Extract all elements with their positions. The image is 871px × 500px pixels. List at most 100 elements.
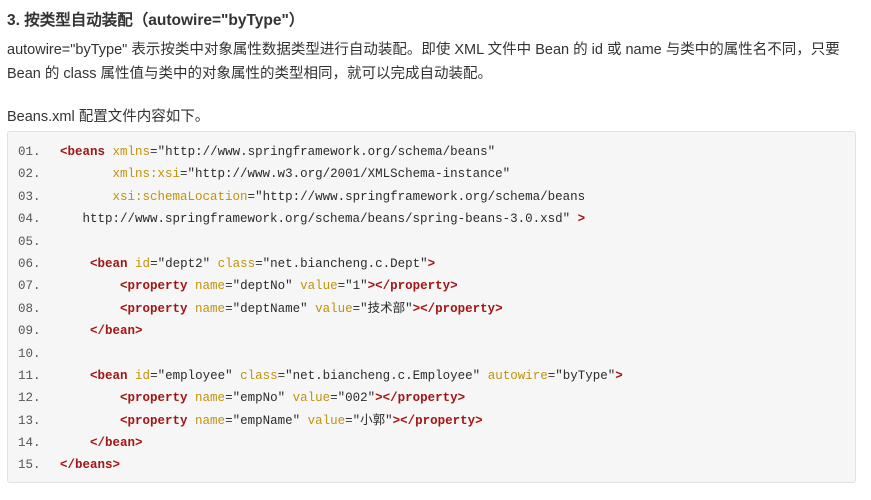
- code-punctuation: =: [345, 413, 353, 428]
- code-punctuation: [128, 257, 136, 271]
- xml-attribute: value: [307, 413, 346, 428]
- code-punctuation: =: [225, 279, 233, 294]
- line-number: 06.: [18, 256, 41, 271]
- code-line: 10.: [8, 343, 855, 365]
- code-punctuation: [210, 257, 218, 271]
- code-punctuation: [60, 279, 120, 293]
- xml-tag: ></property>: [392, 413, 483, 428]
- code-line: 03. xsi:schemaLocation="http://www.sprin…: [8, 186, 855, 208]
- code-line: 11. <bean id="employee" class="net.bianc…: [8, 365, 855, 387]
- xml-attribute: class: [217, 256, 256, 271]
- xml-value: "http://www.w3.org/2001/XMLSchema-instan…: [187, 167, 511, 182]
- xml-value: "net.biancheng.c.Employee": [285, 368, 481, 383]
- code-punctuation: [570, 212, 578, 226]
- xml-tag: >: [577, 212, 586, 227]
- line-number: 07.: [18, 279, 41, 294]
- xml-tag: <property: [120, 413, 188, 428]
- xml-attribute: name: [195, 301, 226, 316]
- xml-tag: <property: [120, 391, 188, 406]
- xml-value: "1": [345, 279, 368, 294]
- code-text: <property name="deptName" value="技术部"></…: [60, 298, 503, 320]
- code-lines: 01. <beans xmlns="http://www.springframew…: [8, 141, 855, 477]
- code-punctuation: [60, 302, 120, 316]
- code-line: 02. xmlns:xsi="http://www.w3.org/2001/XM…: [8, 163, 855, 185]
- xml-value: "小郭": [352, 413, 393, 428]
- xml-tag: </beans>: [60, 458, 121, 473]
- section-heading: 3. 按类型自动装配（autowire="byType"）: [7, 12, 305, 29]
- code-text: xmlns:xsi="http://www.w3.org/2001/XMLSch…: [60, 163, 511, 185]
- code-line: 13. <property name="empName" value="小郭">…: [8, 410, 855, 432]
- xml-value: "技术部": [360, 301, 413, 316]
- code-punctuation: [60, 436, 90, 450]
- code-punctuation: =: [150, 256, 158, 271]
- code-text: <property name="empNo" value="002"></pro…: [60, 387, 465, 409]
- xml-attribute: name: [195, 279, 226, 294]
- code-punctuation: [233, 369, 241, 383]
- xml-attribute: value: [315, 301, 353, 316]
- line-number: 03.: [18, 189, 41, 204]
- code-punctuation: =: [337, 279, 346, 294]
- code-text: </bean>: [60, 432, 143, 454]
- code-punctuation: =: [255, 256, 263, 271]
- xml-value: "empName": [232, 413, 301, 428]
- code-line: 06. <bean id="dept2" class="net.bianchen…: [8, 253, 855, 275]
- xml-attribute: value: [300, 279, 338, 294]
- line-number: 12.: [18, 391, 41, 406]
- code-punctuation: =: [247, 189, 256, 204]
- xml-attribute: class: [240, 368, 278, 383]
- code-punctuation: =: [330, 391, 338, 406]
- code-intro-text: Beans.xml 配置文件内容如下。: [7, 109, 210, 125]
- code-text: <property name="deptNo" value="1"></prop…: [60, 275, 458, 297]
- code-text: <bean id="employee" class="net.biancheng…: [60, 365, 623, 387]
- xml-tag: ></property>: [375, 391, 466, 406]
- xml-tag: <beans: [60, 145, 106, 159]
- line-number: 09.: [18, 324, 41, 339]
- code-punctuation: [60, 369, 90, 383]
- xml-value: "empNo": [232, 391, 286, 406]
- line-number: 15.: [18, 458, 41, 473]
- code-punctuation: [60, 167, 113, 181]
- xml-tag: <bean: [90, 368, 128, 383]
- code-line: 04. http://www.springframework.org/schem…: [8, 208, 855, 230]
- line-number: 14.: [18, 436, 41, 451]
- xml-tag: <bean: [90, 256, 128, 271]
- xml-value: "002": [337, 391, 376, 406]
- code-line: 01. <beans xmlns="http://www.springframew…: [8, 141, 855, 163]
- code-block: 01. <beans xmlns="http://www.springframew…: [7, 131, 856, 483]
- code-text: xsi:schemaLocation="http://www.springfra…: [60, 186, 586, 208]
- code-punctuation: [60, 190, 113, 204]
- code-punctuation: [480, 369, 488, 383]
- xml-attribute: value: [292, 391, 331, 406]
- line-number: 10.: [18, 346, 41, 361]
- code-punctuation: [293, 279, 301, 293]
- xml-attribute: id: [135, 368, 151, 383]
- code-punctuation: =: [225, 391, 233, 406]
- xml-tag: >: [427, 256, 436, 271]
- line-number: 08.: [18, 301, 41, 316]
- line-number: 13.: [18, 413, 41, 428]
- code-line: 07. <property name="deptNo" value="1"></…: [8, 275, 855, 297]
- code-punctuation: [188, 302, 196, 316]
- xml-value: "deptNo": [232, 279, 293, 294]
- xml-attribute: xmlns: [112, 145, 151, 159]
- description-line: autowire="byType" 表示按类中对象属性数据类型进行自动装配。即使…: [7, 42, 840, 58]
- code-punctuation: [188, 414, 196, 428]
- code-punctuation: =: [180, 167, 188, 182]
- code-line: 15. </beans>: [8, 454, 855, 476]
- code-line: 08. <property name="deptName" value="技术部…: [8, 298, 855, 320]
- line-number: 02.: [18, 167, 41, 182]
- xml-attribute: name: [195, 413, 226, 428]
- code-line: 09. </bean>: [8, 320, 855, 342]
- description-line: Bean 的 class 属性值与类中的对象属性的类型相同，就可以完成自动装配。: [7, 66, 492, 82]
- code-text: </beans>: [60, 454, 120, 476]
- code-punctuation: [60, 257, 90, 271]
- xml-tag: <property: [120, 279, 188, 294]
- code-text: </bean>: [60, 320, 143, 342]
- xml-tag: </bean>: [90, 324, 143, 339]
- xml-tag: </bean>: [90, 436, 143, 451]
- xml-tag: >: [615, 368, 623, 383]
- line-number: 11.: [18, 368, 41, 383]
- xml-tag: ></property>: [412, 301, 503, 316]
- code-line: 05.: [8, 231, 855, 253]
- code-punctuation: [60, 324, 90, 338]
